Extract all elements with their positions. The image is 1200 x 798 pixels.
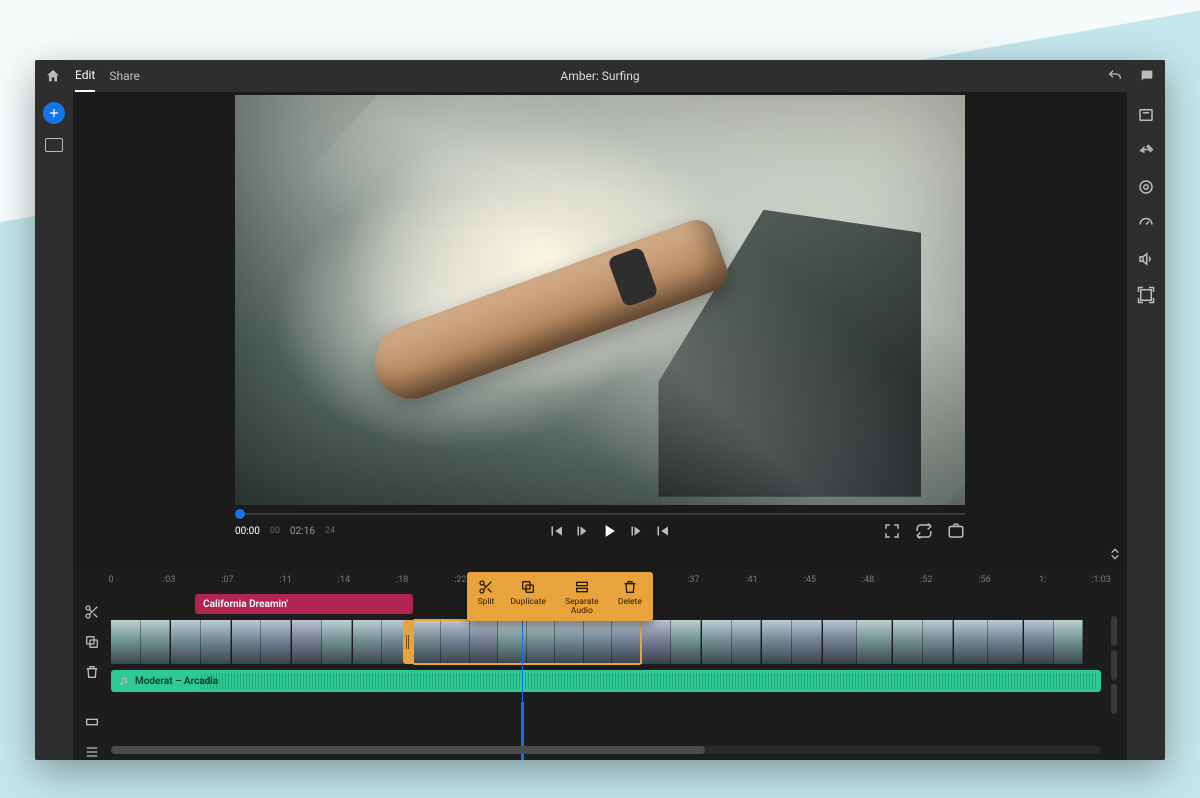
copy-icon[interactable] (84, 634, 100, 650)
audio-clip[interactable]: Moderat – Arcadia (111, 670, 1101, 692)
ruler-tick: :37 (687, 575, 699, 585)
snapshot-icon[interactable] (947, 522, 965, 540)
video-clip[interactable] (762, 620, 821, 664)
ruler-tick: :07 (221, 575, 233, 585)
timeline-panel: 0:03:07:11:14:18:22:26:29:33:37:41:45:48… (73, 570, 1127, 760)
app-window: Edit Share Amber: Surfing (35, 60, 1165, 760)
video-clip[interactable] (893, 620, 952, 664)
ruler-tick: :11 (280, 575, 292, 585)
video-clip[interactable] (232, 620, 291, 664)
add-media-button[interactable] (43, 102, 65, 124)
transform-icon[interactable] (1137, 286, 1155, 304)
context-delete-label: Delete (618, 598, 642, 607)
loop-icon[interactable] (915, 522, 933, 540)
list-view-icon[interactable] (84, 744, 100, 760)
context-split-label: Split (478, 598, 495, 607)
top-bar: Edit Share Amber: Surfing (35, 60, 1165, 92)
video-track[interactable] (111, 620, 1101, 664)
ruler-tick: 1: (1039, 575, 1046, 585)
center-area: 00:00 00 02:16 24 (73, 92, 1127, 760)
transitions-icon[interactable] (1137, 142, 1155, 160)
timecode-sub: 00 (270, 526, 280, 536)
ruler-tick: :52 (920, 575, 932, 585)
tab-share[interactable]: Share (109, 61, 140, 91)
video-clip[interactable] (1024, 620, 1083, 664)
color-icon[interactable] (1137, 178, 1155, 196)
timeline-tools (73, 570, 111, 760)
timeline[interactable]: 0:03:07:11:14:18:22:26:29:33:37:41:45:48… (111, 570, 1127, 760)
video-clip[interactable] (413, 620, 641, 664)
undo-icon[interactable] (1107, 68, 1123, 84)
audio-icon[interactable] (1137, 250, 1155, 268)
scissors-icon[interactable] (84, 604, 100, 620)
timeline-scrollbar[interactable] (111, 746, 1101, 754)
project-title: Amber: Surfing (35, 69, 1165, 83)
titles-icon[interactable] (1137, 106, 1155, 124)
audio-track[interactable]: Moderat – Arcadia (111, 670, 1101, 692)
video-clip[interactable] (954, 620, 1023, 664)
clip-handle-left[interactable] (403, 620, 413, 664)
chat-icon[interactable] (1139, 68, 1155, 84)
timecode-frames: 24 (325, 526, 335, 536)
ruler-tick: :22 (454, 575, 466, 585)
expand-timeline-icon[interactable] (1107, 546, 1123, 562)
title-clip[interactable]: California Dreamin' (195, 594, 413, 614)
main-body: 00:00 00 02:16 24 (35, 92, 1165, 760)
ruler-tick: 0 (108, 575, 113, 585)
ruler-tick: :14 (338, 575, 350, 585)
title-clip-label: California Dreamin' (203, 599, 288, 610)
context-separate-audio-button[interactable]: Separate Audio (555, 577, 609, 619)
ruler-tick: :03 (163, 575, 175, 585)
ruler-tick: :48 (862, 575, 874, 585)
ruler-tick: :41 (745, 575, 757, 585)
video-clip[interactable] (702, 620, 761, 664)
go-start-icon[interactable] (547, 522, 565, 540)
trash-icon[interactable] (84, 664, 100, 680)
play-icon[interactable] (599, 521, 619, 541)
scissors-icon (478, 579, 494, 595)
ruler-tick: :56 (978, 575, 990, 585)
track-view-icon[interactable] (84, 714, 100, 730)
video-clip[interactable] (111, 620, 170, 664)
transport-bar: 00:00 00 02:16 24 (235, 505, 965, 547)
separate-audio-icon (574, 579, 590, 595)
scrubber-knob[interactable] (235, 509, 245, 519)
scrubber[interactable] (235, 509, 965, 519)
context-split-button[interactable]: Split (471, 577, 502, 619)
video-clip[interactable] (823, 620, 892, 664)
context-duplicate-button[interactable]: Duplicate (503, 577, 553, 619)
project-panel-button[interactable] (45, 138, 63, 152)
video-clip[interactable] (171, 620, 230, 664)
video-clip[interactable] (642, 620, 701, 664)
fullscreen-icon[interactable] (883, 522, 901, 540)
ruler-tick: :18 (396, 575, 408, 585)
trash-icon (622, 579, 638, 595)
duplicate-icon (520, 579, 536, 595)
step-forward-icon[interactable] (627, 522, 645, 540)
home-icon[interactable] (45, 68, 61, 84)
timeline-vscroll[interactable] (1101, 570, 1127, 760)
context-delete-button[interactable]: Delete (611, 577, 649, 619)
preview-monitor[interactable] (235, 95, 965, 505)
clip-context-toolbar: Split Duplicate Separate Audio Dele (467, 572, 653, 621)
timecode-duration: 02:16 (290, 526, 315, 537)
video-clip[interactable] (292, 620, 351, 664)
step-back-icon[interactable] (573, 522, 591, 540)
music-icon (119, 676, 129, 686)
ruler-tick: :45 (804, 575, 816, 585)
context-duplicate-label: Duplicate (510, 598, 546, 607)
timeline-scrollbar-thumb[interactable] (111, 746, 705, 754)
right-sidebar (1127, 92, 1165, 760)
speed-icon[interactable] (1137, 214, 1155, 232)
tab-edit[interactable]: Edit (75, 60, 95, 92)
audio-waveform (201, 673, 1097, 689)
left-sidebar (35, 92, 73, 760)
timecode-current: 00:00 (235, 526, 260, 537)
preview-area: 00:00 00 02:16 24 (73, 92, 1127, 570)
context-separate-label: Separate Audio (562, 598, 602, 617)
go-end-icon[interactable] (653, 522, 671, 540)
